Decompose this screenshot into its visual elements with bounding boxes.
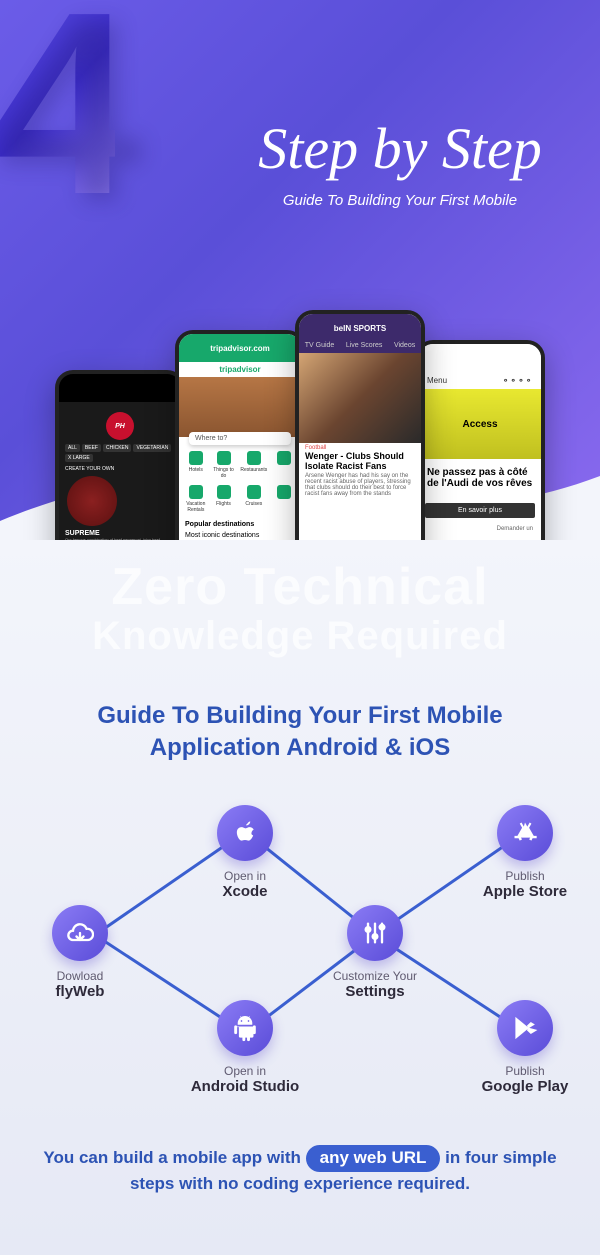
flow-diagram: DowloadflyWeb Open inXcode Open inAndroi…	[30, 805, 570, 1115]
pizzahut-tabs: ALLBEEFCHICKENVEGETARIANX LARGE	[65, 444, 175, 462]
node-publish-google-play: PublishGoogle Play	[465, 1000, 585, 1095]
node-open-xcode: Open inXcode	[185, 805, 305, 900]
guide-title: Guide To Building Your First Mobile Appl…	[0, 700, 600, 765]
app-store-icon	[497, 805, 553, 861]
bein-article-image	[299, 353, 421, 443]
tripadvisor-category-grid: Hotels Things to do Restaurants Vacation…	[179, 437, 301, 519]
big-number-four: 4	[0, 0, 115, 208]
hero-script-title: Step by Step	[220, 115, 580, 182]
guide-section: Zero Technical Knowledge Required Guide …	[0, 540, 600, 1255]
sliders-settings-icon	[347, 905, 403, 961]
phone-mockup-pizzahut: PH ALLBEEFCHICKENVEGETARIANX LARGE CREAT…	[55, 370, 185, 540]
hero-subtitle: Guide To Building Your First Mobile	[220, 192, 580, 209]
android-logo-icon	[217, 1000, 273, 1056]
audi-car-image: Access	[419, 389, 541, 459]
watermark-text: Zero Technical Knowledge Required	[0, 560, 600, 657]
node-download-flyweb: DowloadflyWeb	[20, 905, 140, 1000]
phone-mockup-beinsports: beIN SPORTS TV GuideLive ScoresVideos Fo…	[295, 310, 425, 540]
pizzahut-logo-icon: PH	[106, 412, 134, 440]
phone-mockup-tripadvisor: tripadvisor.com tripadvisor Where to? Ho…	[175, 330, 305, 540]
node-publish-apple-store: PublishApple Store	[465, 805, 585, 900]
phone-mockup-audi: Menu⚬⚬⚬⚬ Access Ne passez pas à côté de …	[415, 340, 545, 540]
apple-logo-icon	[217, 805, 273, 861]
pizza-image-icon	[67, 476, 117, 526]
footer-description: You can build a mobile app with any web …	[0, 1145, 600, 1196]
google-play-icon	[497, 1000, 553, 1056]
phone-mockups: PH ALLBEEFCHICKENVEGETARIANX LARGE CREAT…	[0, 310, 600, 540]
hero-banner: 4 Step by Step Guide To Building Your Fi…	[0, 0, 600, 540]
download-cloud-icon	[52, 905, 108, 961]
hero-title-block: Step by Step Guide To Building Your Firs…	[220, 115, 580, 209]
node-customize-settings: Customize YourSettings	[315, 905, 435, 1000]
node-open-android-studio: Open inAndroid Studio	[185, 1000, 305, 1095]
url-pill-highlight: any web URL	[306, 1145, 441, 1172]
tripadvisor-hero-image: Where to?	[179, 377, 301, 437]
bein-tabs: TV GuideLive ScoresVideos	[299, 342, 421, 353]
